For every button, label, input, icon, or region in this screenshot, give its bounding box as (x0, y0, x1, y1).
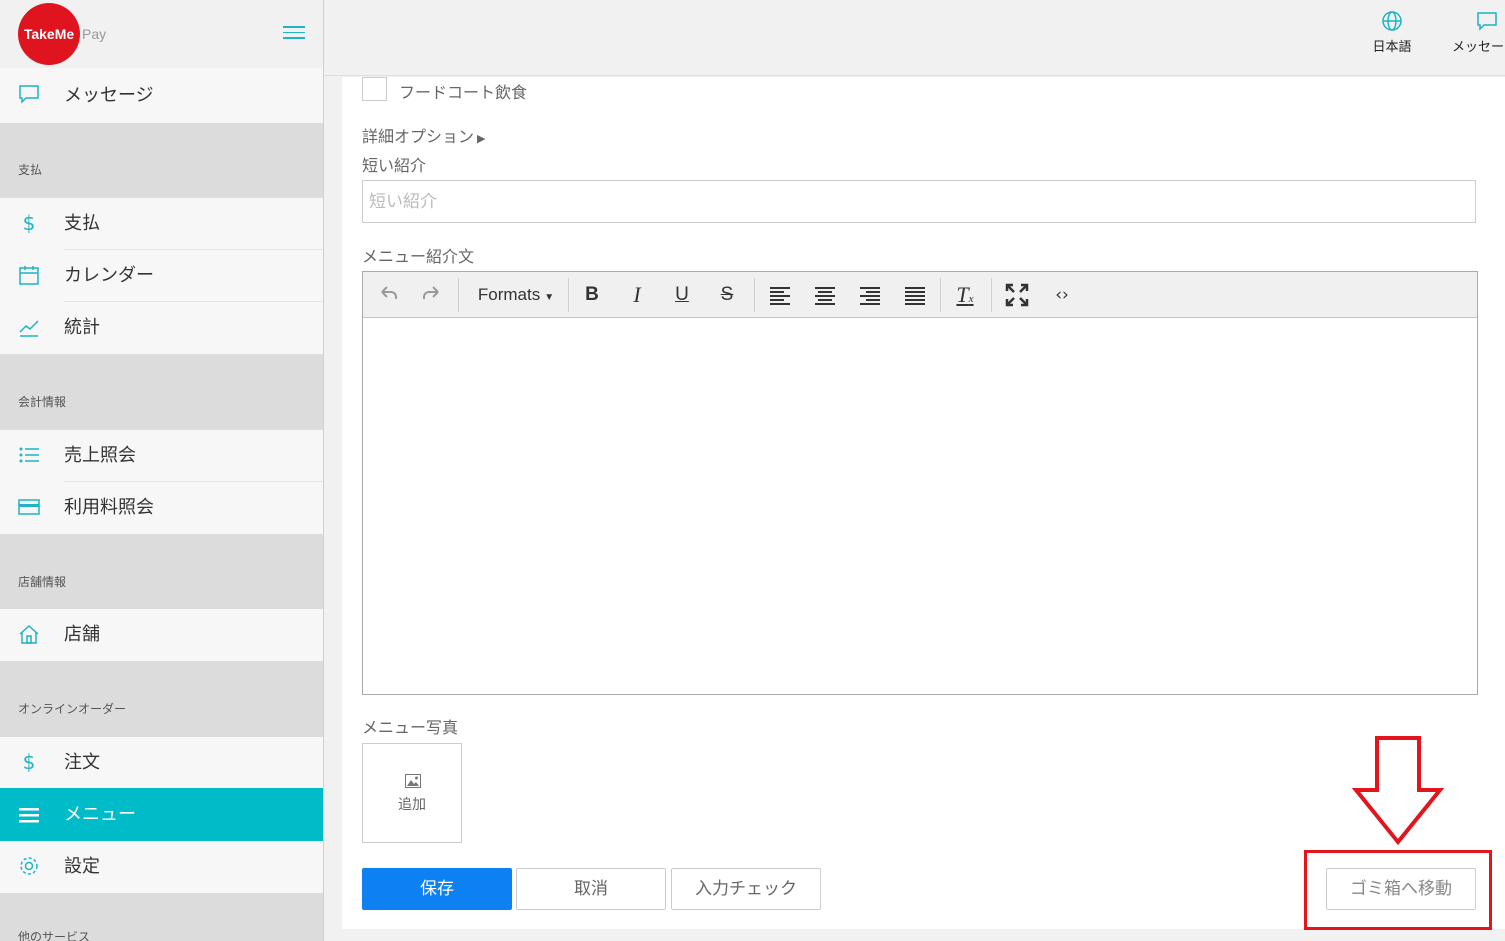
menu-description-label: メニュー紹介文 (362, 247, 475, 266)
calendar-icon (19, 266, 39, 285)
sidebar-item-orders[interactable]: $ 注文 (0, 737, 323, 789)
sidebar-item-label: 設定 (64, 856, 100, 877)
sidebar-item-label: 店舗 (64, 624, 100, 645)
sidebar-item-label: メニュー (64, 804, 136, 825)
section-header-payment: 支払 (18, 163, 43, 177)
clear-formatting-icon[interactable]: Tx (950, 280, 980, 310)
editor-toolbar: Formats ▼ B I U S Tx ‹› (363, 272, 1477, 318)
caret-right-icon: ▶ (477, 132, 486, 145)
sidebar-item-store[interactable]: 店舗 (0, 609, 323, 661)
sidebar: TakeMe Pay メッセージ 支払 $ 支払 カレンダー 統計 会計情報 売… (0, 0, 324, 941)
section-header-online-order: オンラインオーダー (18, 702, 127, 716)
sidebar-item-label: 利用料照会 (64, 497, 154, 518)
trend-chart-icon (19, 320, 39, 337)
formats-dropdown[interactable]: Formats ▼ (467, 280, 565, 310)
credit-card-icon (18, 499, 40, 515)
caret-down-icon: ▼ (544, 292, 555, 303)
globe-icon (1382, 11, 1402, 31)
messages-label: メッセージ (1452, 40, 1505, 55)
takeme-logo[interactable]: TakeMe (18, 3, 80, 65)
add-photo-label: 追加 (398, 797, 426, 813)
sidebar-item-calendar[interactable]: カレンダー (0, 250, 323, 302)
rich-text-editor: Formats ▼ B I U S Tx ‹› (362, 271, 1478, 695)
sidebar-item-messages[interactable]: メッセージ (0, 68, 323, 123)
italic-icon[interactable]: I (622, 280, 652, 310)
bold-icon[interactable]: B (577, 280, 607, 310)
align-center-icon[interactable] (810, 280, 840, 310)
undo-icon[interactable] (373, 280, 403, 310)
advanced-options-label: 詳細オプション (362, 127, 475, 146)
gear-icon (20, 857, 38, 875)
sidebar-item-label: 支払 (64, 213, 100, 234)
sidebar-item-stats[interactable]: 統計 (0, 302, 323, 354)
section-header-store: 店舗情報 (18, 575, 67, 589)
toolbar-divider (940, 278, 941, 312)
sidebar-item-payment[interactable]: $ 支払 (0, 198, 323, 250)
chat-bubble-icon (1477, 12, 1497, 31)
dollar-icon: $ (22, 750, 36, 774)
validate-button[interactable]: 入力チェック (671, 868, 821, 910)
align-left-icon[interactable] (765, 280, 795, 310)
toolbar-divider (458, 278, 459, 312)
home-icon (19, 624, 39, 644)
hamburger-menu-icon[interactable] (283, 26, 305, 42)
short-intro-label: 短い紹介 (362, 156, 427, 175)
annotation-down-arrow-icon (1352, 736, 1444, 846)
fullscreen-icon[interactable] (1002, 280, 1032, 310)
toolbar-divider (568, 278, 569, 312)
language-label: 日本語 (1372, 40, 1412, 55)
add-photo-button[interactable]: 追加 (362, 743, 462, 843)
image-icon (405, 774, 421, 788)
advanced-options-toggle[interactable]: 詳細オプション ▶ (362, 123, 485, 147)
sidebar-item-settings[interactable]: 設定 (0, 841, 323, 893)
redo-icon[interactable] (417, 280, 447, 310)
sidebar-item-menu[interactable]: メニュー (0, 788, 323, 841)
align-right-icon[interactable] (855, 280, 885, 310)
save-button[interactable]: 保存 (362, 868, 512, 910)
sidebar-item-label: 統計 (64, 317, 100, 338)
menu-lines-icon (19, 808, 39, 823)
logo-bar: TakeMe Pay (0, 0, 323, 76)
editor-content-area[interactable] (363, 319, 1477, 694)
toolbar-divider (754, 278, 755, 312)
sidebar-item-sales[interactable]: 売上照会 (0, 430, 323, 482)
sidebar-item-label: カレンダー (64, 265, 154, 286)
short-intro-input[interactable] (362, 180, 1476, 223)
top-bar: 日本語 メッセージ (324, 0, 1505, 76)
sidebar-item-label: メッセージ (64, 85, 154, 106)
underline-icon[interactable]: U (667, 280, 697, 310)
chat-bubble-icon (19, 85, 39, 104)
source-code-icon[interactable]: ‹› (1047, 280, 1077, 310)
dollar-icon: $ (22, 211, 36, 235)
messages-button[interactable]: メッセージ (1452, 10, 1505, 55)
menu-photo-label: メニュー写真 (362, 718, 459, 737)
formats-label: Formats (477, 285, 541, 304)
sidebar-item-label: 売上照会 (64, 445, 136, 466)
foodcourt-checkbox[interactable] (362, 77, 387, 101)
strikethrough-icon[interactable]: S (712, 280, 742, 310)
sidebar-item-label: 注文 (64, 752, 100, 773)
annotation-highlight-box (1304, 850, 1492, 930)
section-header-other-services: 他のサービス (18, 930, 91, 941)
section-header-accounting: 会計情報 (18, 395, 67, 409)
language-button[interactable]: 日本語 (1370, 10, 1414, 55)
cancel-button[interactable]: 取消 (516, 868, 666, 910)
align-justify-icon[interactable] (900, 280, 930, 310)
toolbar-divider (991, 278, 992, 312)
foodcourt-checkbox-label: フードコート飲食 (399, 83, 528, 102)
logo-pay-text: Pay (82, 26, 107, 42)
list-icon (19, 447, 39, 463)
sidebar-item-fees[interactable]: 利用料照会 (0, 482, 323, 534)
